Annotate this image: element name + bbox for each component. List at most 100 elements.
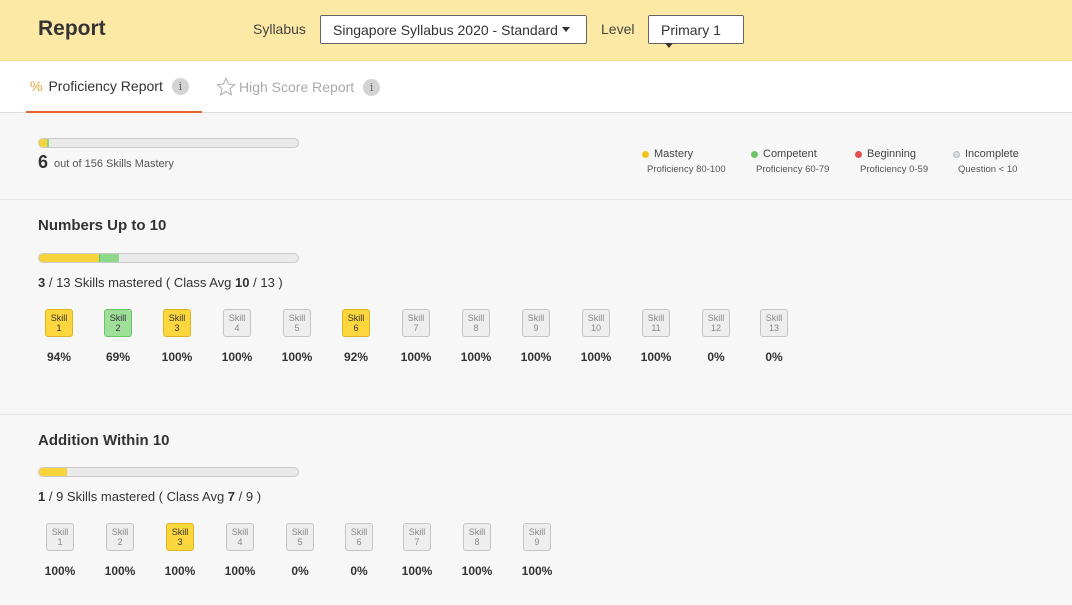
skill-tile[interactable]: Skill 10: [582, 309, 610, 337]
skill-tile[interactable]: Skill 2: [104, 309, 132, 337]
syllabus-dropdown[interactable]: Singapore Syllabus 2020 - Standard: [320, 15, 587, 44]
legend-range: 80-100: [696, 164, 726, 175]
percent-icon: %: [30, 78, 43, 94]
skill-proficiency: 92%: [343, 350, 369, 364]
skill-proficiency: 0%: [350, 564, 368, 578]
skill-name: Skill: [408, 527, 426, 537]
skill-proficiency: 100%: [580, 350, 612, 364]
skill-name: Skill: [111, 527, 129, 537]
skill-tile[interactable]: Skill 4: [226, 523, 254, 551]
incomplete-dot-icon: [953, 150, 960, 158]
star-icon: [216, 77, 236, 97]
skill-tile[interactable]: Skill 5: [286, 523, 314, 551]
skill-number: 4: [234, 323, 240, 333]
skill-tile[interactable]: Skill 13: [760, 309, 788, 337]
tab-label: Proficiency Report: [48, 78, 163, 94]
skill-number: 6: [353, 323, 359, 333]
skill-proficiency: 69%: [105, 350, 131, 364]
skill-tile[interactable]: Skill 4: [223, 309, 251, 337]
skill-number: 1: [57, 537, 63, 547]
progress-mastery-segment: [39, 468, 68, 476]
legend-label: Competent: [763, 148, 817, 160]
topic-title: Addition Within 10: [38, 432, 170, 449]
caret-down-icon: [561, 27, 570, 32]
skill-name: Skill: [765, 313, 783, 323]
skill-proficiency: 100%: [520, 350, 552, 364]
skill-name: Skill: [288, 313, 306, 323]
legend-incomplete: Incomplete Question < 10: [953, 148, 1019, 175]
skill-tile[interactable]: Skill 1: [45, 309, 73, 337]
tab-high-score-report[interactable]: High Score Report i: [216, 61, 386, 113]
mastered-text: out of 156 Skills Mastery: [54, 158, 174, 170]
skill-tile[interactable]: Skill 12: [702, 309, 730, 337]
tab-proficiency-report[interactable]: % Proficiency Report i: [26, 61, 202, 113]
topic-section-addition-within-10: Addition Within 10 1 / 9 Skills mastered…: [0, 415, 1072, 605]
skill-name: Skill: [51, 527, 69, 537]
skill-proficiency: 100%: [221, 350, 253, 364]
skill-proficiency: 100%: [640, 350, 672, 364]
skill-number: 10: [590, 323, 601, 333]
skill-name: Skill: [50, 313, 68, 323]
skill-tile[interactable]: Skill 6: [345, 523, 373, 551]
skill-number: 9: [534, 537, 540, 547]
skill-proficiency: 100%: [161, 350, 193, 364]
info-icon[interactable]: i: [171, 77, 189, 95]
topic-progress-bar: [38, 467, 299, 477]
skill-tile[interactable]: Skill 1: [46, 523, 74, 551]
skill-proficiency: 100%: [224, 564, 256, 578]
skill-tile[interactable]: Skill 9: [522, 309, 550, 337]
skill-tile[interactable]: Skill 9: [523, 523, 551, 551]
skill-proficiency: 100%: [521, 564, 553, 578]
skill-number: 4: [237, 537, 243, 547]
legend-desc: Proficiency: [860, 164, 910, 175]
topic-section-numbers-up-to-10: Numbers Up to 10 3 / 13 Skills mastered …: [0, 200, 1072, 414]
skill-tile[interactable]: Skill 3: [166, 523, 194, 551]
skill-number: 5: [294, 323, 300, 333]
progress-competent-segment: [98, 254, 120, 262]
caret-down-icon: [665, 43, 673, 48]
progress-mastery-segment: [39, 139, 47, 147]
tab-label: High Score Report: [239, 79, 355, 95]
skill-tile[interactable]: Skill 6: [342, 309, 370, 337]
skill-name: Skill: [467, 313, 485, 323]
skill-number: 7: [413, 323, 419, 333]
skill-name: Skill: [231, 527, 249, 537]
skill-tile[interactable]: Skill 7: [402, 309, 430, 337]
legend-desc: Proficiency: [647, 164, 697, 175]
class-total: 9: [245, 489, 254, 504]
skill-number: 13: [768, 323, 779, 333]
class-avg: 7: [227, 489, 236, 504]
info-icon[interactable]: i: [363, 78, 381, 96]
skill-number: 1: [56, 323, 62, 333]
skill-proficiency: 100%: [401, 564, 433, 578]
level-dropdown[interactable]: Primary 1: [648, 15, 744, 48]
skill-tile[interactable]: Skill 3: [163, 309, 191, 337]
skill-name: Skill: [527, 313, 545, 323]
skill-number: 3: [177, 537, 183, 547]
skill-proficiency: 100%: [164, 564, 196, 578]
legend-desc: Question <: [958, 164, 1007, 175]
skill-number: 12: [710, 323, 721, 333]
skill-tile[interactable]: Skill 5: [283, 309, 311, 337]
skill-tile[interactable]: Skill 2: [106, 523, 134, 551]
skill-name: Skill: [647, 313, 665, 323]
report-header: Report Syllabus Singapore Syllabus 2020 …: [0, 0, 1072, 61]
legend-beginning: Beginning Proficiency 0-59: [855, 148, 928, 175]
legend-label: Incomplete: [965, 148, 1019, 160]
skill-name: Skill: [168, 313, 186, 323]
summary-text: Skills mastered ( Class Avg: [70, 275, 236, 290]
skill-tile[interactable]: Skill 8: [463, 523, 491, 551]
skill-tile[interactable]: Skill 7: [403, 523, 431, 551]
level-value: Primary 1: [661, 22, 721, 38]
report-tabs: % Proficiency Report i High Score Report…: [0, 61, 1072, 113]
syllabus-value: Singapore Syllabus 2020 - Standard: [333, 22, 558, 38]
skill-proficiency: 100%: [400, 350, 432, 364]
skill-tile[interactable]: Skill 8: [462, 309, 490, 337]
legend-competent: Competent Proficiency 60-79: [751, 148, 829, 175]
skill-tile[interactable]: Skill 11: [642, 309, 670, 337]
legend-mastery: Mastery Proficiency 80-100: [642, 148, 726, 175]
skill-number: 2: [117, 537, 123, 547]
legend-range: 10: [1006, 164, 1018, 175]
mastered-count: 1: [38, 489, 46, 504]
skill-name: Skill: [228, 313, 246, 323]
